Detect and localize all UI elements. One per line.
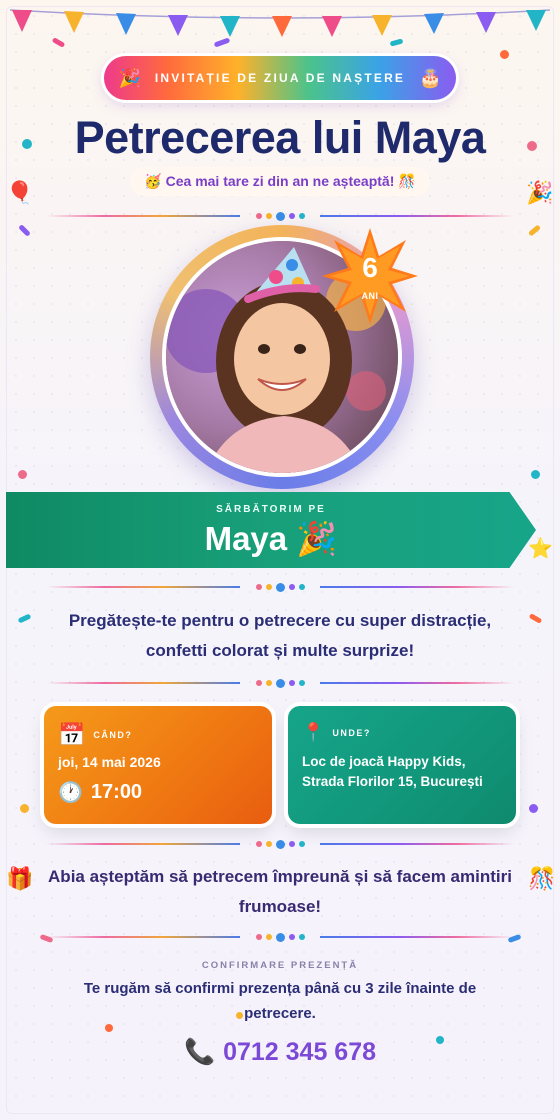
where-card: 📍 UNDE? Loc de joacă Happy Kids, Strada … [288, 706, 516, 824]
rsvp-label: CONFIRMARE PREZENȚĂ [201, 960, 359, 971]
intro-text: Pregătește-te pentru o petrecere cu supe… [40, 606, 520, 666]
phone-icon: 📞 [183, 1038, 216, 1066]
location-pin-icon: 📍 [302, 722, 325, 742]
closing-text: Abia așteptăm să petrecem împreună și să… [40, 862, 520, 922]
rsvp-line: petrecere. [244, 1005, 316, 1022]
phone-link[interactable]: 📞 0712 345 678 [0, 1038, 560, 1067]
where-label: UNDE? [332, 727, 371, 738]
confetti-piece [529, 804, 538, 813]
birthday-cake-icon: 🎂 [419, 67, 442, 88]
gift-icon: 🎁 [6, 866, 34, 891]
subtitle-wrapper: 🥳 Cea mai tare zi din an ne așteaptă! 🎊 [0, 167, 560, 196]
divider [46, 931, 514, 943]
divider [46, 581, 514, 593]
calendar-icon: 📅 [58, 722, 86, 747]
rsvp-text: Te rugăm să confirmi prezența până cu 3 … [40, 976, 520, 1026]
name-ribbon: SĂRBĂTORIM PE Maya 🎉 [6, 492, 536, 568]
event-time: 17:00 [90, 781, 143, 803]
confetti-ball-icon: 🎊 [528, 866, 556, 891]
when-card: 📅 CÂND? joi, 14 mai 2026 🕐 17:00 [44, 706, 272, 824]
closing-line: frumoase! [238, 897, 322, 916]
badge-text: INVITAȚIE DE ZIUA DE NAȘTERE [154, 71, 406, 85]
intro-line: confetti colorat și multe surprize! [145, 641, 415, 660]
clock-icon: 🕐 [58, 782, 83, 804]
address-line: Loc de joacă Happy Kids, [302, 754, 466, 769]
confetti-piece [18, 470, 27, 479]
confetti-piece [500, 50, 509, 59]
closing-line: Abia așteptăm să petrecem împreună și să… [48, 867, 512, 886]
divider [46, 838, 514, 850]
subtitle: 🥳 Cea mai tare zi din an ne așteaptă! 🎊 [130, 167, 430, 196]
event-date: joi, 14 mai 2026 [58, 754, 161, 770]
age-unit: ANI [361, 291, 379, 301]
event-address: Loc de joacă Happy Kids, Strada Florilor… [302, 752, 508, 792]
confetti-piece [531, 470, 540, 479]
confetti-piece [20, 804, 29, 813]
when-label: CÂND? [93, 730, 133, 740]
divider [46, 677, 514, 689]
address-line: Strada Florilor 15, București [302, 774, 483, 789]
celebrant-name: Maya 🎉 [204, 520, 338, 557]
ribbon-subtitle: SĂRBĂTORIM PE [216, 504, 326, 515]
invitation-badge: 🎉 INVITAȚIE DE ZIUA DE NAȘTERE 🎂 [104, 56, 456, 100]
age-number: 6 [362, 252, 378, 283]
rsvp-line: Te rugăm să confirmi prezența până cu 3 … [83, 980, 477, 997]
page-title: Petrecerea lui Maya [74, 112, 486, 163]
phone-number: 0712 345 678 [223, 1038, 377, 1066]
bunting-decoration [9, 9, 551, 37]
divider [46, 210, 514, 222]
intro-line: Pregătește-te pentru o petrecere cu supe… [68, 611, 492, 630]
star-icon: ⭐ [528, 538, 553, 560]
party-popper-icon: 🎉 [118, 67, 141, 88]
event-time-row: 🕐 17:00 [58, 780, 142, 805]
